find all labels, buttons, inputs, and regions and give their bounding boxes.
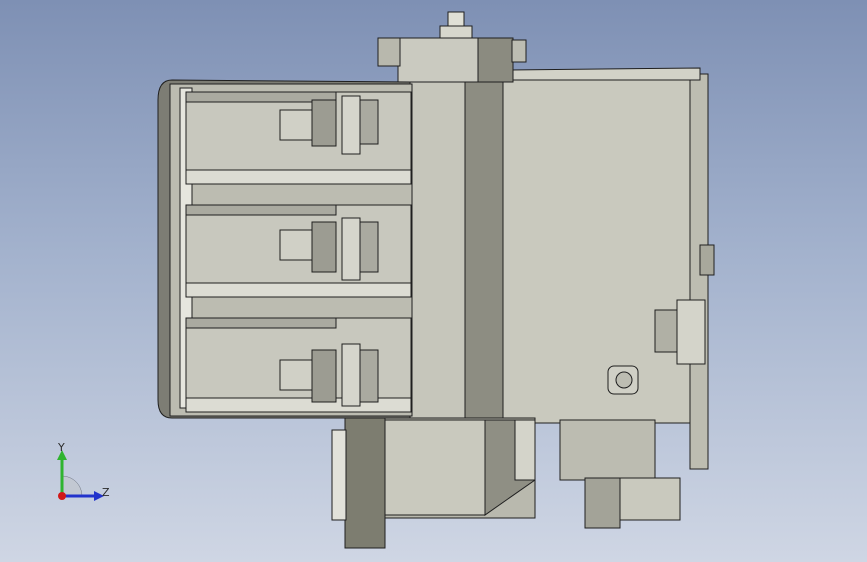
pole-1 <box>185 91 412 185</box>
top-connector <box>377 11 527 83</box>
x-axis-dot <box>58 492 66 500</box>
z-axis-label: Z <box>102 486 110 499</box>
bottom-mount <box>331 417 681 549</box>
pole-3 <box>185 317 412 413</box>
xy-plane-quadrant <box>61 475 83 497</box>
contactor-3d-model[interactable] <box>0 0 867 562</box>
y-axis-label: Y <box>58 441 65 454</box>
pole-2 <box>185 204 412 298</box>
housing-body <box>409 67 715 470</box>
axis-triad <box>57 450 104 501</box>
cad-viewport[interactable]: Y Z <box>0 0 867 562</box>
